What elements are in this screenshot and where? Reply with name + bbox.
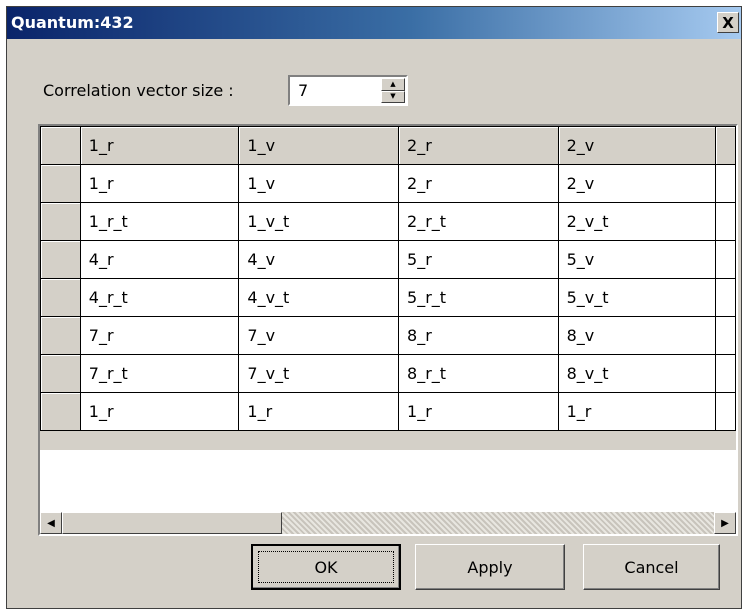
grid-cell[interactable]: 8_v — [557, 316, 717, 355]
grid-cell[interactable]: 2_v — [557, 164, 717, 203]
table-row: 1_r 1_r 1_r 1_r — [40, 392, 736, 431]
correlation-grid: 1_r 1_v 2_r 2_v 1_r 1_v 2_r 2_v 1_r_t 1_… — [38, 124, 738, 536]
grid-cell[interactable]: 5_v — [557, 240, 717, 279]
window-title: Quantum:432 — [11, 13, 134, 32]
grid-cell[interactable]: 1_r — [557, 392, 717, 431]
column-header[interactable]: 1_v — [238, 126, 400, 165]
table-row: 1_r_t 1_v_t 2_r_t 2_v_t — [40, 202, 736, 241]
row-header[interactable] — [40, 316, 81, 355]
grid-table: 1_r 1_v 2_r 2_v 1_r 1_v 2_r 2_v 1_r_t 1_… — [40, 126, 736, 431]
grid-cell[interactable]: 7_r — [79, 316, 240, 355]
grid-cell-overflow — [715, 240, 736, 279]
scroll-left-icon[interactable]: ◀ — [40, 512, 62, 534]
close-icon[interactable]: X — [717, 12, 739, 33]
column-header[interactable]: 2_r — [398, 126, 559, 165]
table-row: 4_r_t 4_v_t 5_r_t 5_v_t — [40, 278, 736, 317]
grid-cell[interactable]: 1_r — [79, 392, 240, 431]
grid-cell-overflow — [715, 202, 736, 241]
spin-down-icon[interactable]: ▼ — [381, 90, 405, 103]
dialog-window: Quantum:432 X Correlation vector size : … — [6, 6, 742, 609]
grid-cell[interactable]: 2_v_t — [557, 202, 717, 241]
ok-button[interactable]: OK — [251, 544, 401, 590]
grid-cell[interactable]: 7_v — [238, 316, 400, 355]
horizontal-scrollbar[interactable]: ◀ ▶ — [40, 512, 736, 534]
row-header[interactable] — [40, 354, 81, 393]
scroll-right-icon[interactable]: ▶ — [714, 512, 736, 534]
row-header[interactable] — [40, 164, 81, 203]
grid-cell[interactable]: 1_r — [238, 392, 400, 431]
grid-cell[interactable]: 4_v — [238, 240, 400, 279]
row-header[interactable] — [40, 278, 81, 317]
scroll-thumb[interactable] — [62, 512, 282, 534]
grid-cell[interactable]: 2_r — [398, 164, 559, 203]
table-row: 7_r_t 7_v_t 8_r_t 8_v_t — [40, 354, 736, 393]
grid-cell[interactable]: 8_r — [398, 316, 559, 355]
correlation-size-spinner[interactable]: 7 ▲ ▼ — [288, 75, 408, 106]
table-row: 1_r 1_v 2_r 2_v — [40, 164, 736, 203]
correlation-size-value[interactable]: 7 — [298, 81, 308, 100]
grid-cell[interactable]: 7_r_t — [79, 354, 240, 393]
grid-cell[interactable]: 5_r — [398, 240, 559, 279]
grid-cell[interactable]: 4_v_t — [238, 278, 400, 317]
grid-cell[interactable]: 1_v_t — [238, 202, 400, 241]
grid-cell[interactable]: 2_r_t — [398, 202, 559, 241]
grid-cell[interactable]: 8_v_t — [557, 354, 717, 393]
grid-cell[interactable]: 7_v_t — [238, 354, 400, 393]
focus-rect — [258, 551, 394, 583]
cancel-button-label: Cancel — [624, 557, 679, 577]
grid-cell-overflow — [715, 278, 736, 317]
grid-cell[interactable]: 8_r_t — [398, 354, 559, 393]
column-header[interactable]: 1_r — [79, 126, 240, 165]
correlation-size-label: Correlation vector size : — [43, 81, 234, 100]
column-header-overflow — [715, 126, 736, 165]
table-row: 7_r 7_v 8_r 8_v — [40, 316, 736, 355]
grid-cell[interactable]: 1_v — [238, 164, 400, 203]
column-header[interactable]: 2_v — [557, 126, 717, 165]
grid-empty-area — [40, 450, 736, 512]
grid-cell-overflow — [715, 164, 736, 203]
grid-cell-overflow — [715, 316, 736, 355]
apply-button-label: Apply — [467, 557, 513, 577]
grid-cell[interactable]: 5_r_t — [398, 278, 559, 317]
grid-cell[interactable]: 5_v_t — [557, 278, 717, 317]
row-header[interactable] — [40, 240, 81, 279]
row-header[interactable] — [40, 202, 81, 241]
grid-cell[interactable]: 1_r — [398, 392, 559, 431]
grid-cell-overflow — [715, 354, 736, 393]
grid-cell[interactable]: 1_r — [79, 164, 240, 203]
grid-cell[interactable]: 1_r_t — [79, 202, 240, 241]
row-header[interactable] — [40, 392, 81, 431]
table-row: 4_r 4_v 5_r 5_v — [40, 240, 736, 279]
spin-buttons: ▲ ▼ — [381, 78, 405, 103]
grid-cell-overflow — [715, 392, 736, 431]
grid-cell[interactable]: 4_r — [79, 240, 240, 279]
corner-header[interactable] — [40, 126, 81, 165]
grid-cell[interactable]: 4_r_t — [79, 278, 240, 317]
cancel-button[interactable]: Cancel — [583, 544, 720, 590]
spin-up-icon[interactable]: ▲ — [381, 78, 405, 91]
header-row: 1_r 1_v 2_r 2_v — [40, 126, 736, 165]
title-bar[interactable]: Quantum:432 X — [7, 7, 741, 39]
apply-button[interactable]: Apply — [415, 544, 565, 590]
